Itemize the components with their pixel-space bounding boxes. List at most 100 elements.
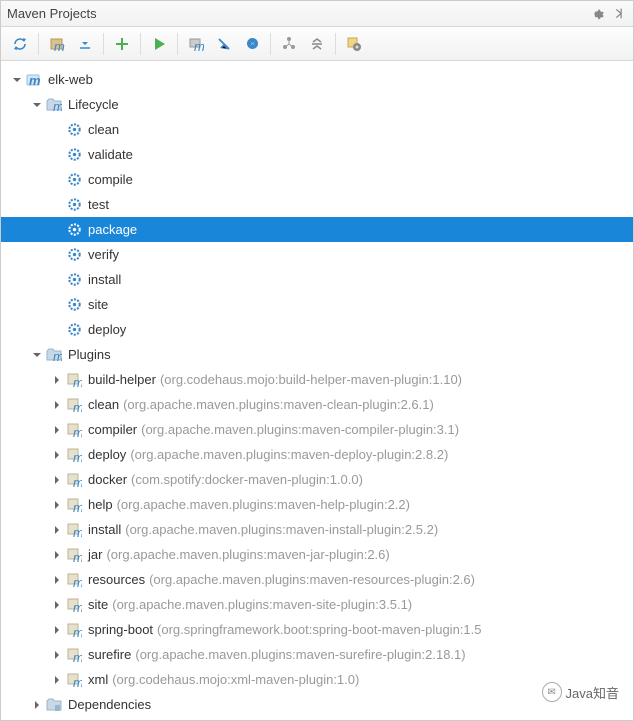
chevron-icon[interactable] [49, 422, 65, 438]
plugin-xml[interactable]: m xml (org.codehaus.mojo:xml-maven-plugi… [1, 667, 633, 692]
show-dependencies-icon[interactable] [276, 31, 302, 57]
chevron-icon[interactable] [49, 397, 65, 413]
project-tree: m elk-web m Lifecycle clean validate com… [1, 61, 633, 720]
lifecycle-goal-test[interactable]: test [1, 192, 633, 217]
svg-text:m: m [29, 73, 41, 88]
plugins-folder[interactable]: m Plugins [1, 342, 633, 367]
node-icon: m [65, 446, 83, 464]
plugin-install[interactable]: m install (org.apache.maven.plugins:mave… [1, 517, 633, 542]
plugin-surefire[interactable]: m surefire (org.apache.maven.plugins:mav… [1, 642, 633, 667]
chevron-icon[interactable] [49, 372, 65, 388]
lifecycle-goal-validate[interactable]: validate [1, 142, 633, 167]
chevron-icon[interactable] [29, 347, 45, 363]
svg-text:m: m [73, 600, 82, 613]
node-icon [65, 146, 83, 164]
lifecycle-goal-deploy[interactable]: deploy [1, 317, 633, 342]
chevron-icon[interactable] [49, 597, 65, 613]
node-icon: m [65, 521, 83, 539]
svg-text:m: m [73, 525, 82, 538]
lifecycle-goal-package[interactable]: package [1, 217, 633, 242]
offline-icon[interactable] [239, 31, 265, 57]
node-icon [65, 321, 83, 339]
lifecycle-goal-clean[interactable]: clean [1, 117, 633, 142]
node-icon [65, 296, 83, 314]
svg-text:m: m [73, 575, 82, 588]
chevron-icon[interactable] [49, 172, 65, 188]
node-icon: m [65, 546, 83, 564]
window-title: Maven Projects [7, 6, 97, 21]
node-icon [65, 171, 83, 189]
plugin-jar[interactable]: m jar (org.apache.maven.plugins:maven-ja… [1, 542, 633, 567]
chevron-icon[interactable] [49, 647, 65, 663]
chevron-icon[interactable] [29, 97, 45, 113]
download-icon[interactable] [72, 31, 98, 57]
chevron-icon[interactable] [49, 122, 65, 138]
hide-icon[interactable] [611, 6, 627, 22]
node-icon [65, 121, 83, 139]
chevron-icon[interactable] [49, 322, 65, 338]
dependencies-folder[interactable]: Dependencies [1, 692, 633, 717]
chevron-icon[interactable] [49, 297, 65, 313]
svg-text:m: m [73, 500, 82, 513]
svg-text:m: m [54, 39, 65, 52]
plugin-docker[interactable]: m docker (com.spotify:docker-maven-plugi… [1, 467, 633, 492]
svg-text:m: m [73, 450, 82, 463]
node-icon: m [25, 71, 43, 89]
chevron-icon[interactable] [49, 147, 65, 163]
titlebar: Maven Projects [1, 1, 633, 27]
chevron-icon[interactable] [9, 72, 25, 88]
chevron-icon[interactable] [49, 272, 65, 288]
refresh-icon[interactable] [7, 31, 33, 57]
node-icon: m [65, 596, 83, 614]
node-icon: m [65, 571, 83, 589]
chevron-icon[interactable] [29, 697, 45, 713]
lifecycle-goal-install[interactable]: install [1, 267, 633, 292]
chevron-icon[interactable] [49, 447, 65, 463]
svg-text:m: m [73, 550, 82, 563]
add-icon[interactable] [109, 31, 135, 57]
chevron-icon[interactable] [49, 622, 65, 638]
node-icon [45, 696, 63, 714]
chevron-icon[interactable] [49, 522, 65, 538]
chevron-icon[interactable] [49, 547, 65, 563]
collapse-all-icon[interactable] [304, 31, 330, 57]
node-icon: m [65, 471, 83, 489]
svg-text:m: m [73, 675, 82, 688]
node-icon: m [65, 671, 83, 689]
node-icon [65, 246, 83, 264]
chevron-icon[interactable] [49, 672, 65, 688]
chevron-icon[interactable] [49, 247, 65, 263]
chevron-icon[interactable] [49, 222, 65, 238]
project-root[interactable]: m elk-web [1, 67, 633, 92]
lifecycle-goal-site[interactable]: site [1, 292, 633, 317]
node-icon [65, 221, 83, 239]
chevron-icon[interactable] [49, 472, 65, 488]
plugin-resources[interactable]: m resources (org.apache.maven.plugins:ma… [1, 567, 633, 592]
gear-icon[interactable] [589, 6, 605, 22]
run-config-icon[interactable]: m [183, 31, 209, 57]
chevron-icon[interactable] [49, 497, 65, 513]
svg-text:m: m [73, 650, 82, 663]
plugin-spring-boot[interactable]: m spring-boot (org.springframework.boot:… [1, 617, 633, 642]
generate-sources-icon[interactable]: m [44, 31, 70, 57]
lifecycle-goal-compile[interactable]: compile [1, 167, 633, 192]
node-icon: m [65, 421, 83, 439]
maven-settings-icon[interactable] [341, 31, 367, 57]
chevron-icon[interactable] [49, 197, 65, 213]
plugin-clean[interactable]: m clean (org.apache.maven.plugins:maven-… [1, 392, 633, 417]
svg-text:m: m [194, 39, 204, 52]
lifecycle-folder[interactable]: m Lifecycle [1, 92, 633, 117]
lifecycle-goal-verify[interactable]: verify [1, 242, 633, 267]
plugin-build-helper[interactable]: m build-helper (org.codehaus.mojo:build-… [1, 367, 633, 392]
node-icon [65, 271, 83, 289]
toolbar: m m [1, 27, 633, 61]
chevron-icon[interactable] [49, 572, 65, 588]
plugin-site[interactable]: m site (org.apache.maven.plugins:maven-s… [1, 592, 633, 617]
run-icon[interactable] [146, 31, 172, 57]
skip-tests-icon[interactable] [211, 31, 237, 57]
plugin-deploy[interactable]: m deploy (org.apache.maven.plugins:maven… [1, 442, 633, 467]
plugin-compiler[interactable]: m compiler (org.apache.maven.plugins:mav… [1, 417, 633, 442]
node-icon: m [45, 96, 63, 114]
plugin-help[interactable]: m help (org.apache.maven.plugins:maven-h… [1, 492, 633, 517]
svg-text:m: m [53, 99, 62, 113]
